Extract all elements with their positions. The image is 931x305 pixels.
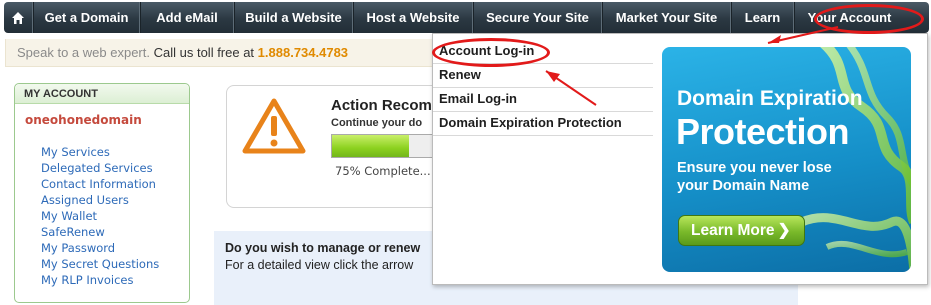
menu-item-email-log-in[interactable]: Email Log-in (433, 88, 653, 112)
nav-market-your-site[interactable]: Market Your Site (602, 2, 731, 33)
nav-host-a-website[interactable]: Host a Website (353, 2, 473, 33)
action-recommended-card: Action Recomm Continue your do 75% Compl… (226, 85, 445, 208)
nav-secure-your-site[interactable]: Secure Your Site (473, 2, 602, 33)
home-button[interactable] (4, 2, 33, 33)
nav-learn[interactable]: Learn (731, 2, 794, 33)
nav-build-a-website[interactable]: Build a Website (234, 2, 353, 33)
progress-text: 75% Complete... (335, 164, 431, 178)
promo-headline-line1: Domain Expiration (677, 87, 863, 110)
speak-text: Speak to a web expert. (17, 45, 150, 60)
account-link-my-password[interactable]: My Password (41, 240, 159, 256)
nav-label: Secure Your Site (486, 10, 589, 25)
account-link-my-services[interactable]: My Services (41, 144, 159, 160)
action-subtitle: Continue your do (331, 117, 423, 129)
home-icon (12, 11, 24, 24)
warning-icon (242, 98, 306, 154)
account-link-my-wallet[interactable]: My Wallet (41, 208, 159, 224)
manage-detail: For a detailed view click the arrow (225, 258, 414, 272)
nav-label: Host a Website (366, 10, 460, 25)
nav-add-email[interactable]: Add eMail (140, 2, 234, 33)
speak-to-expert-bar: Speak to a web expert. Call us toll free… (5, 39, 442, 67)
account-link-assigned-users[interactable]: Assigned Users (41, 192, 159, 208)
menu-item-domain-expiration-protection[interactable]: Domain Expiration Protection (433, 112, 653, 136)
annotation-circle-your-account (814, 4, 924, 34)
learn-more-label: Learn More (691, 222, 775, 239)
account-username: oneohonedomain (25, 113, 142, 127)
my-account-panel: MY ACCOUNT oneohonedomain My Services De… (14, 83, 190, 303)
nav-label: Get a Domain (44, 10, 129, 25)
nav-label: Build a Website (245, 10, 342, 25)
call-text: Call us toll free at (153, 45, 255, 60)
main-navigation-bar: Get a Domain Add eMail Build a Website H… (4, 2, 929, 33)
domain-expiration-promo-banner[interactable]: Domain Expiration Protection Ensure you … (662, 47, 911, 272)
annotation-circle-account-log-in (432, 38, 550, 67)
manage-question: Do you wish to manage or renew (225, 241, 421, 255)
nav-label: Market Your Site (615, 10, 718, 25)
account-link-contact-information[interactable]: Contact Information (41, 176, 159, 192)
account-link-delegated-services[interactable]: Delegated Services (41, 160, 159, 176)
account-link-my-rlp-invoices[interactable]: My RLP Invoices (41, 272, 159, 288)
nav-label: Add eMail (156, 10, 218, 25)
promo-subtext-line1: Ensure you never lose (677, 160, 832, 176)
account-link-saferenew[interactable]: SafeRenew (41, 224, 159, 240)
action-title: Action Recomm (331, 97, 446, 114)
account-link-my-secret-questions[interactable]: My Secret Questions (41, 256, 159, 272)
nav-label: Learn (744, 10, 781, 25)
promo-headline-line2: Protection (676, 111, 850, 152)
progress-bar (331, 134, 435, 158)
nav-get-a-domain[interactable]: Get a Domain (33, 2, 140, 33)
promo-subtext-line2: your Domain Name (677, 178, 810, 194)
phone-number[interactable]: 1.888.734.4783 (258, 45, 348, 60)
account-links-list: My Services Delegated Services Contact I… (41, 144, 159, 288)
menu-item-renew[interactable]: Renew (433, 64, 653, 88)
chevron-right-icon: ❯ (777, 222, 791, 239)
progress-fill (332, 135, 409, 157)
my-account-header: MY ACCOUNT (15, 84, 189, 104)
learn-more-button[interactable]: Learn More ❯ (678, 215, 805, 246)
